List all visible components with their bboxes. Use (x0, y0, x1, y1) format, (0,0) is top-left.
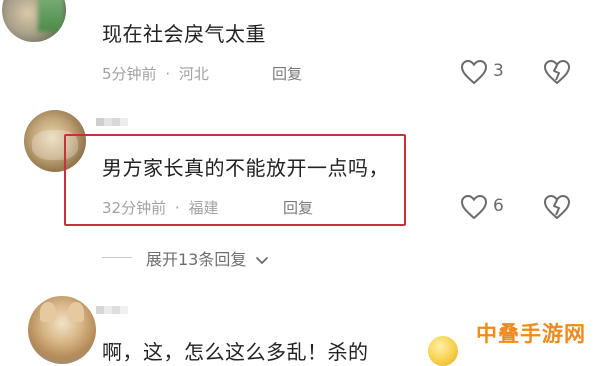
expand-replies-button[interactable]: 展开13条回复 (146, 246, 269, 270)
expand-replies-label: 展开13条回复 (146, 250, 247, 269)
broken-heart-icon[interactable] (543, 59, 571, 85)
heart-icon[interactable] (460, 194, 488, 220)
comment-meta: 32分钟前 · 福建 (102, 197, 218, 218)
reply-button[interactable]: 回复 (283, 197, 313, 218)
emoji-icon (428, 336, 458, 366)
comment-text: 现在社会戾气太重 (102, 22, 266, 46)
heart-icon[interactable] (460, 59, 488, 85)
comment-location: 福建 (188, 199, 219, 217)
comment-text: 男方家长真的不能放开一点吗， (102, 156, 389, 180)
comment-text: 啊，这，怎么这么多乱！杀的 (102, 340, 369, 364)
avatar[interactable] (2, 0, 66, 42)
meta-separator: · (174, 199, 180, 217)
avatar-mosaic (38, 0, 64, 32)
meta-separator: · (165, 65, 171, 83)
username-mosaic (96, 118, 128, 126)
like-count: 3 (493, 61, 504, 81)
avatar-ear (68, 302, 84, 322)
comment-time: 32分钟前 (102, 199, 167, 217)
chevron-down-icon (256, 256, 269, 264)
broken-heart-icon[interactable] (543, 194, 571, 220)
comment-time: 5分钟前 (102, 65, 157, 83)
comment-meta: 5分钟前 · 河北 (102, 63, 209, 84)
like-count: 6 (493, 196, 504, 216)
watermark: 中叠手游网 (476, 322, 586, 346)
reply-button[interactable]: 回复 (272, 63, 302, 84)
comment-location: 河北 (178, 65, 209, 83)
username-mosaic (96, 306, 128, 314)
avatar-ear (40, 302, 56, 322)
expand-divider (102, 257, 132, 258)
